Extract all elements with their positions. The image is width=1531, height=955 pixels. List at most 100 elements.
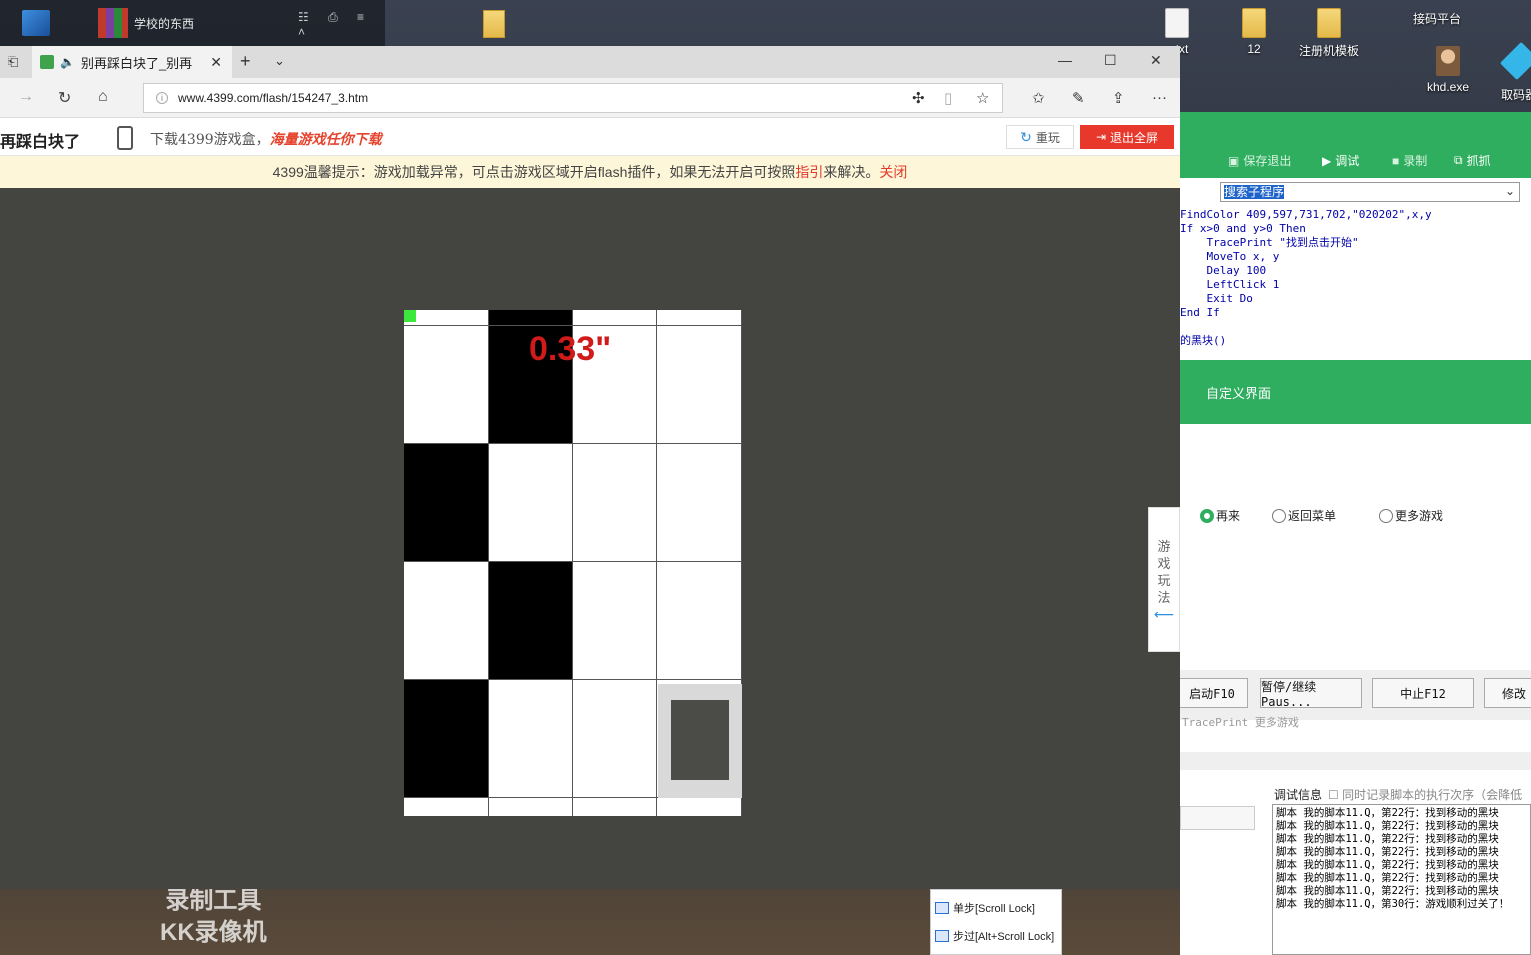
white-tile[interactable] xyxy=(489,680,573,798)
new-tab-icon[interactable]: + xyxy=(240,51,251,72)
white-tile[interactable] xyxy=(404,326,489,444)
white-tile[interactable] xyxy=(573,798,657,816)
replay-button[interactable]: ↻ 重玩 xyxy=(1006,125,1074,149)
winrar-icon xyxy=(98,8,128,38)
black-tile[interactable] xyxy=(489,562,573,680)
how-to-play-label: 游戏玩法 xyxy=(1149,538,1179,606)
black-tile[interactable] xyxy=(404,680,489,798)
debug-line: 脚本 我的脚本11.Q，第22行：找到移动的黑块 xyxy=(1276,846,1499,858)
browser-window: ⎗ 🔈 别再踩白块了_别再 ✕ + ⌄ — ☐ ✕ → ↻ ⌂ i www.43… xyxy=(0,46,1180,889)
step-over-button[interactable]: 步过[Alt+Scroll Lock] xyxy=(935,928,1054,944)
step-button[interactable]: 单步[Scroll Lock] xyxy=(935,900,1035,916)
code-line: If x>0 and y>0 Then xyxy=(1180,222,1306,235)
desktop-icon-register-template[interactable]: 注册机模板 xyxy=(1294,8,1364,59)
desktop-label-sms-platform[interactable]: 接码平台 xyxy=(1402,10,1472,27)
white-tile[interactable] xyxy=(657,326,742,444)
record-order-checkbox[interactable]: ☐ 同时记录脚本的执行次序（会降低 xyxy=(1328,788,1522,802)
taskbar-app-folder[interactable]: 学校的东西 xyxy=(98,8,194,38)
forward-icon[interactable]: → xyxy=(18,88,34,106)
radio-return-menu[interactable]: 返回菜单 xyxy=(1272,507,1336,524)
debug-output[interactable]: 脚本 我的脚本11.Q，第22行：找到移动的黑块 脚本 我的脚本11.Q，第22行… xyxy=(1272,804,1531,955)
tile[interactable] xyxy=(657,310,742,326)
favorites-list-icon[interactable]: ✩ xyxy=(1032,89,1045,107)
tab-list-icon[interactable]: ⎗ xyxy=(8,54,18,70)
speaker-icon[interactable]: 🔈 xyxy=(60,55,75,69)
desktop-icon-code-fetcher[interactable]: 取码器 xyxy=(1484,41,1531,103)
code-editor[interactable]: FindColor 409,597,731,702,"020202",x,y If… xyxy=(1180,208,1531,348)
extension-icon[interactable]: ✣ xyxy=(912,89,925,107)
radio-more-games[interactable]: 更多游戏 xyxy=(1379,507,1443,524)
game-timer: 0.33" xyxy=(529,330,612,368)
address-bar-row: → ↻ ⌂ i www.4399.com/flash/154247_3.htm … xyxy=(0,78,1180,118)
maximize-icon[interactable]: ☐ xyxy=(1104,52,1117,69)
home-icon[interactable]: ⌂ xyxy=(98,88,108,106)
record-button[interactable]: ■ 录制 xyxy=(1392,152,1427,169)
code-line: Exit Do xyxy=(1180,292,1253,305)
desktop-icon-khd[interactable]: khd.exe xyxy=(1413,46,1483,94)
taskbar: 学校的东西 ☷ ⎙ ≡ ˄ xyxy=(0,0,385,46)
modify-button[interactable]: 修改 xyxy=(1484,678,1531,708)
exit-icon: ⇥ xyxy=(1095,130,1107,144)
code-line: Delay 100 xyxy=(1180,264,1267,277)
close-window-icon[interactable]: ✕ xyxy=(1150,52,1162,69)
pause-button[interactable] xyxy=(658,684,742,798)
tile[interactable] xyxy=(404,310,489,326)
white-tile[interactable] xyxy=(573,444,657,562)
reading-view-icon[interactable]: ▯ xyxy=(944,89,952,107)
save-exit-button[interactable]: ▣ 保存退出 xyxy=(1228,152,1291,169)
white-tile[interactable] xyxy=(489,798,573,816)
white-tile[interactable] xyxy=(573,680,657,798)
code-line: TracePrint "找到点击开始" xyxy=(1180,236,1359,249)
tile[interactable] xyxy=(489,310,573,326)
stop-button[interactable]: 中止F12 xyxy=(1372,678,1474,708)
white-tile[interactable] xyxy=(404,798,489,816)
step-over-icon xyxy=(935,930,949,942)
game-board[interactable]: 0.33" xyxy=(404,310,742,816)
white-tile[interactable] xyxy=(489,444,573,562)
how-to-play-tab[interactable]: 游戏玩法 ⟵ xyxy=(1148,507,1180,652)
recorder-watermark: 录制工具 KK录像机 xyxy=(160,887,267,946)
tile[interactable] xyxy=(573,310,657,326)
start-button[interactable]: 启动F10 xyxy=(1180,678,1248,708)
download-promo[interactable]: 下载4399游戏盒，海量游戏任你下载 xyxy=(150,129,382,149)
computer-icon[interactable] xyxy=(22,10,50,36)
debug-button[interactable]: ▶ 调试 xyxy=(1322,152,1359,169)
close-icon[interactable]: ✕ xyxy=(210,54,222,71)
how-to-play-char: 游 xyxy=(1157,539,1171,554)
how-to-play-char: 法 xyxy=(1157,590,1171,605)
camera-icon: ■ xyxy=(1392,153,1400,168)
pause-resume-button[interactable]: 暂停/继续Paus... xyxy=(1260,678,1362,709)
exit-fullscreen-button[interactable]: ⇥ 退出全屏 xyxy=(1080,125,1174,149)
close-notice-link[interactable]: 关闭 xyxy=(879,162,907,182)
pen-icon[interactable]: ✎ xyxy=(1072,89,1085,107)
guide-link[interactable]: 指引 xyxy=(795,162,823,182)
favorite-star-icon[interactable]: ☆ xyxy=(976,89,989,107)
folder-icon xyxy=(1317,8,1341,38)
taskbar-controls[interactable]: ☷ ⎙ ≡ ˄ xyxy=(298,10,385,39)
more-icon[interactable]: ··· xyxy=(1152,89,1167,106)
subroutine-select[interactable]: 搜索子程序 ⌄ xyxy=(1220,182,1520,202)
minimize-icon[interactable]: — xyxy=(1058,52,1072,68)
folder-icon[interactable] xyxy=(483,10,505,38)
custom-ui-bar[interactable]: 自定义界面 xyxy=(1180,360,1531,424)
site-favicon xyxy=(40,55,54,69)
white-tile[interactable] xyxy=(573,562,657,680)
white-tile[interactable] xyxy=(657,444,742,562)
editor-toolbar: ▣ 保存退出 ▶ 调试 ■ 录制 ⧉ 抓抓 xyxy=(1180,112,1531,178)
script-editor-panel: ▣ 保存退出 ▶ 调试 ■ 录制 ⧉ 抓抓 搜索子程序 ⌄ FindColor 409,5… xyxy=(1180,112,1531,955)
tab-active[interactable]: 🔈 别再踩白块了_别再 ✕ xyxy=(32,46,232,78)
refresh-icon[interactable]: ↻ xyxy=(58,88,71,108)
info-icon: i xyxy=(156,92,168,104)
black-tile[interactable] xyxy=(404,444,489,562)
radio-again[interactable]: 再来 xyxy=(1200,507,1240,524)
white-tile[interactable] xyxy=(657,798,742,816)
url-input[interactable]: i www.4399.com/flash/154247_3.htm xyxy=(143,83,1003,113)
code-line: MoveTo x, y xyxy=(1180,250,1280,263)
desktop-icon-12[interactable]: 12 xyxy=(1219,8,1289,56)
white-tile[interactable] xyxy=(657,562,742,680)
capture-button[interactable]: ⧉ 抓抓 xyxy=(1454,152,1491,169)
chevron-down-icon[interactable]: ⌄ xyxy=(274,53,285,69)
share-icon[interactable]: ⇪ xyxy=(1112,89,1125,107)
browser-titlebar: ⎗ 🔈 别再踩白块了_别再 ✕ + ⌄ — ☐ ✕ xyxy=(0,46,1180,78)
